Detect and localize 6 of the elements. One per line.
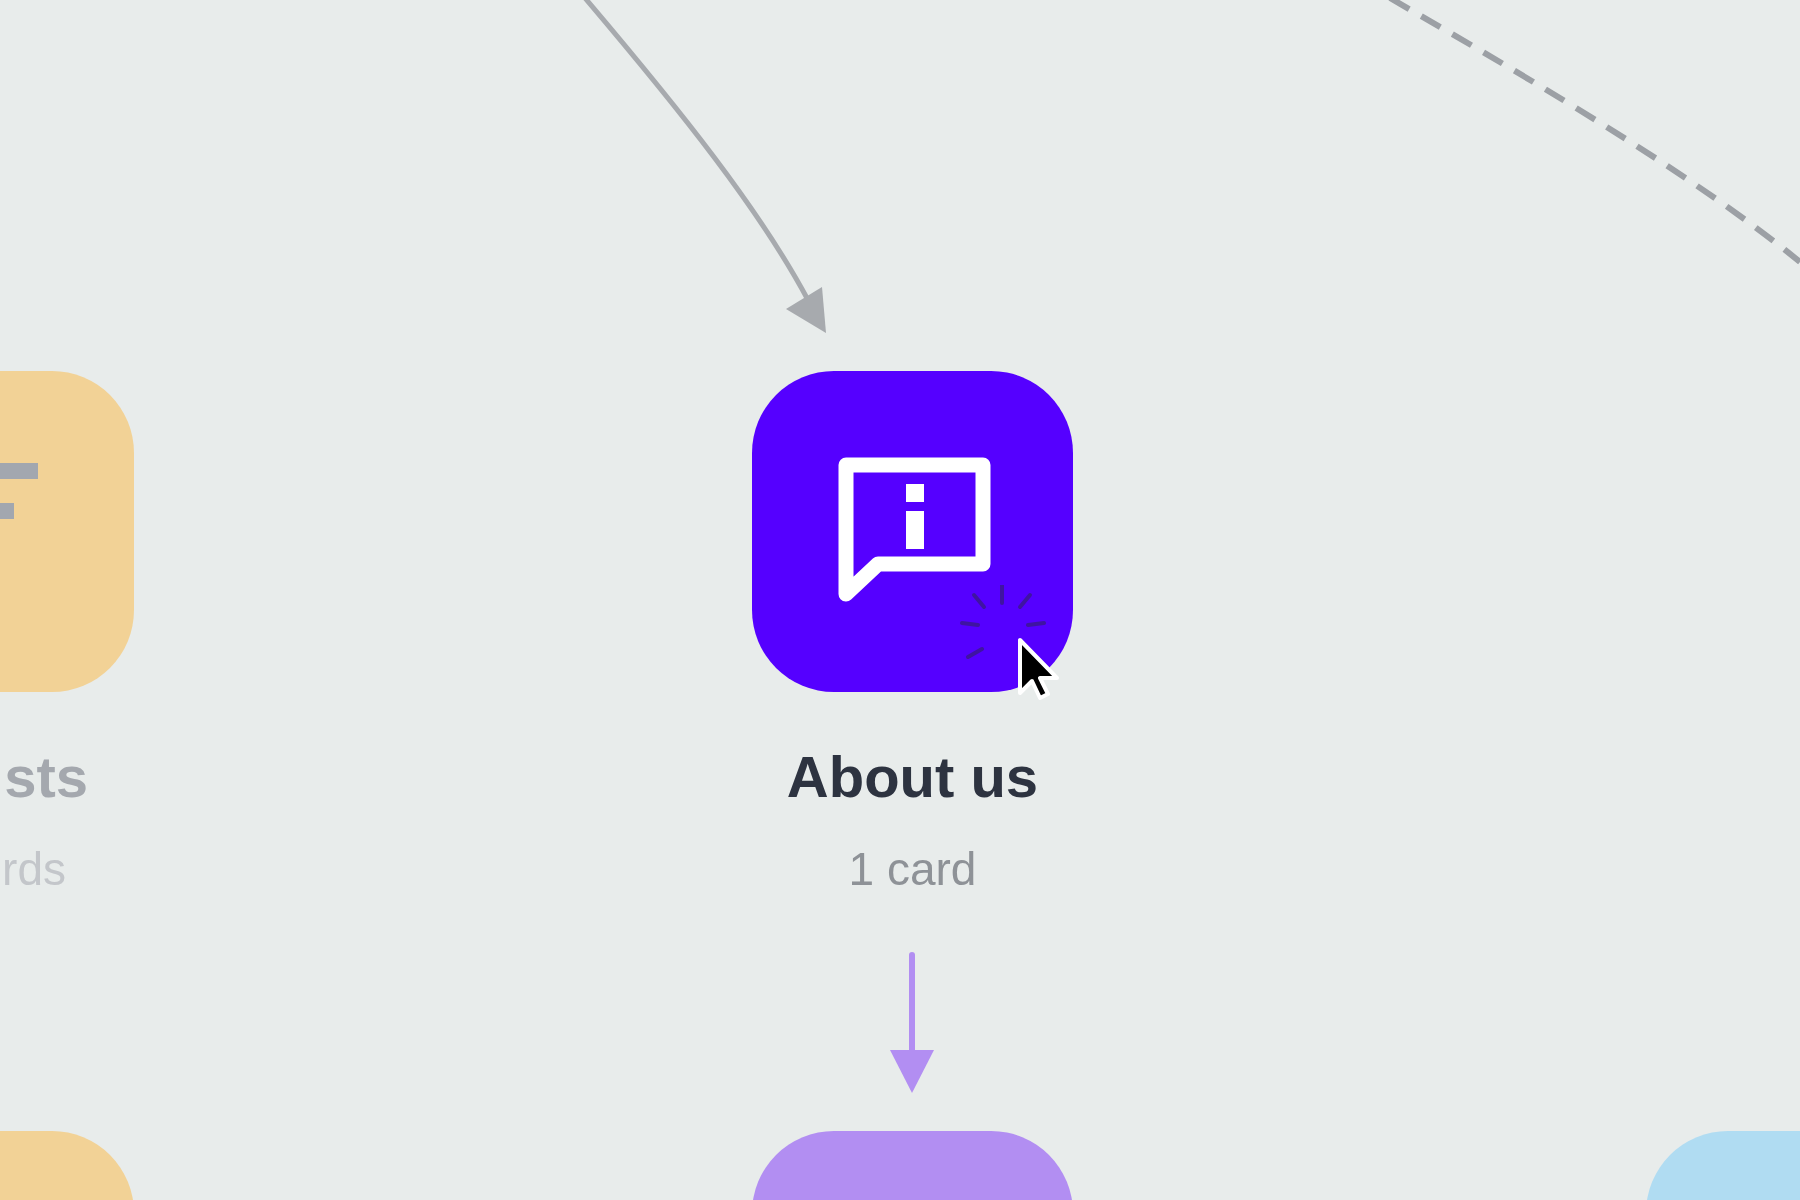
card-count: 1 card [847, 846, 978, 892]
cursor-icon [1018, 638, 1059, 700]
node-title: sts [4, 748, 88, 806]
click-sparkle-icon [960, 585, 1046, 659]
node-title: About us [785, 748, 1040, 806]
node-card[interactable] [752, 371, 1073, 692]
